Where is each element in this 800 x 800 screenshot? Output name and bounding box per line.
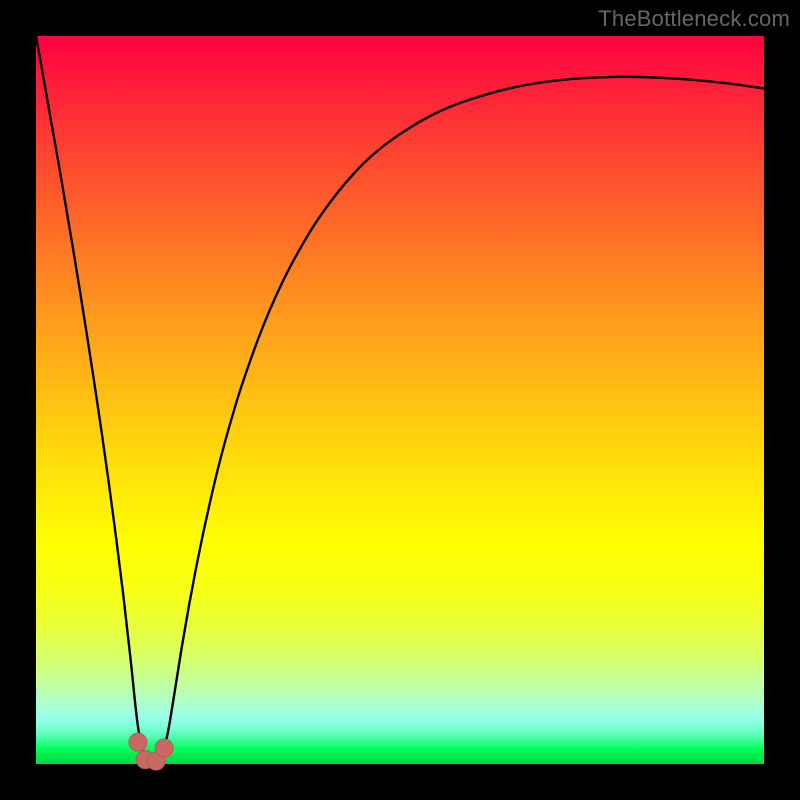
watermark-text: TheBottleneck.com <box>598 6 790 32</box>
curve-marker-0 <box>129 733 147 751</box>
bottleneck-curve <box>36 36 764 764</box>
curve-marker-3 <box>155 739 173 757</box>
chart-frame: TheBottleneck.com <box>0 0 800 800</box>
plot-area <box>36 36 764 764</box>
